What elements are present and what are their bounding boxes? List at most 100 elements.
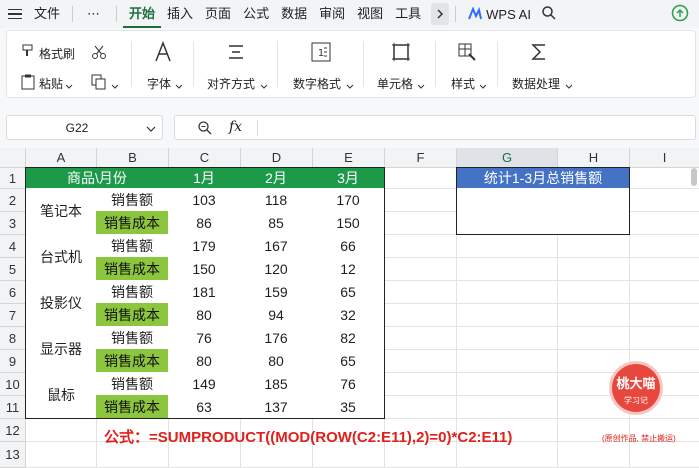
- sales-value-cell[interactable]: 65: [312, 280, 385, 304]
- sales-value-cell[interactable]: 149: [168, 372, 241, 396]
- column-header-b[interactable]: B: [97, 148, 169, 168]
- chevron-down-icon[interactable]: [346, 79, 354, 93]
- vertical-scrollbar[interactable]: [691, 168, 697, 186]
- chevron-down-icon[interactable]: [111, 79, 119, 93]
- sales-value-cell[interactable]: 167: [240, 234, 313, 258]
- chevron-down-icon[interactable]: [479, 79, 487, 93]
- cloud-upload-icon[interactable]: [671, 4, 689, 25]
- chevron-down-icon[interactable]: [260, 79, 268, 93]
- cost-value-cell[interactable]: 80: [240, 349, 313, 373]
- cost-value-cell[interactable]: 94: [240, 303, 313, 327]
- sales-value-cell[interactable]: 170: [312, 188, 385, 212]
- cost-label[interactable]: 销售成本: [96, 349, 169, 373]
- stat-result-cell[interactable]: [456, 188, 630, 235]
- cost-value-cell[interactable]: 35: [312, 395, 385, 419]
- cost-label[interactable]: 销售成本: [96, 303, 169, 327]
- chevron-down-icon[interactable]: [565, 79, 573, 93]
- row-header-9[interactable]: 9: [0, 350, 26, 373]
- chevron-down-icon[interactable]: [146, 122, 156, 136]
- sales-value-cell[interactable]: 179: [168, 234, 241, 258]
- column-header-h[interactable]: H: [558, 148, 630, 168]
- tab-review[interactable]: 审阅: [313, 0, 351, 28]
- menu-file[interactable]: 文件: [28, 0, 66, 28]
- row-header-13[interactable]: 13: [0, 442, 26, 468]
- cut-icon[interactable]: [91, 44, 107, 63]
- zoom-icon[interactable]: [197, 120, 213, 139]
- tab-page[interactable]: 页面: [199, 0, 237, 28]
- align-button[interactable]: 对齐方式: [207, 75, 255, 92]
- product-name[interactable]: 笔记本: [25, 188, 97, 235]
- name-box[interactable]: G22: [6, 115, 163, 140]
- sales-label[interactable]: 销售额: [96, 372, 169, 396]
- tab-view[interactable]: 视图: [351, 0, 389, 28]
- cost-value-cell[interactable]: 63: [168, 395, 241, 419]
- format-painter-button[interactable]: 格式刷: [39, 45, 75, 62]
- header-month[interactable]: 2月: [240, 167, 313, 189]
- tab-tools[interactable]: 工具: [389, 0, 427, 28]
- header-month[interactable]: 1月: [168, 167, 241, 189]
- row-header-5[interactable]: 5: [0, 258, 26, 281]
- chevron-down-icon[interactable]: [175, 79, 183, 93]
- product-name[interactable]: 投影仪: [25, 280, 97, 327]
- more-menu[interactable]: ⋯: [79, 6, 110, 22]
- row-header-8[interactable]: 8: [0, 327, 26, 350]
- row-header-10[interactable]: 10: [0, 373, 26, 396]
- cost-value-cell[interactable]: 150: [168, 257, 241, 281]
- column-header-f[interactable]: F: [385, 148, 457, 168]
- product-name[interactable]: 显示器: [25, 326, 97, 373]
- data-process-button[interactable]: 数据处理: [512, 75, 560, 92]
- row-header-4[interactable]: 4: [0, 235, 26, 258]
- sales-value-cell[interactable]: 103: [168, 188, 241, 212]
- tab-insert[interactable]: 插入: [161, 0, 199, 28]
- cost-value-cell[interactable]: 137: [240, 395, 313, 419]
- sales-label[interactable]: 销售额: [96, 234, 169, 258]
- row-header-6[interactable]: 6: [0, 281, 26, 304]
- sales-value-cell[interactable]: 118: [240, 188, 313, 212]
- style-button[interactable]: 样式: [451, 75, 475, 92]
- tab-home[interactable]: 开始: [123, 0, 162, 28]
- cost-value-cell[interactable]: 86: [168, 211, 241, 235]
- column-header-a[interactable]: A: [26, 148, 97, 168]
- product-name[interactable]: 台式机: [25, 234, 97, 281]
- row-header-1[interactable]: 1: [0, 168, 26, 189]
- cost-value-cell[interactable]: 120: [240, 257, 313, 281]
- row-header-3[interactable]: 3: [0, 212, 26, 235]
- sales-value-cell[interactable]: 66: [312, 234, 385, 258]
- paste-button[interactable]: 粘贴: [39, 75, 63, 92]
- chevron-right-icon[interactable]: [431, 3, 450, 25]
- row-header-12[interactable]: 12: [0, 419, 26, 442]
- cost-value-cell[interactable]: 65: [312, 349, 385, 373]
- sales-label[interactable]: 销售额: [96, 326, 169, 350]
- copy-icon[interactable]: [91, 74, 107, 93]
- sales-value-cell[interactable]: 181: [168, 280, 241, 304]
- select-all-corner[interactable]: [0, 148, 26, 168]
- cost-label[interactable]: 销售成本: [96, 257, 169, 281]
- fx-icon[interactable]: fx: [229, 119, 242, 135]
- sales-value-cell[interactable]: 76: [312, 372, 385, 396]
- header-month[interactable]: 3月: [312, 167, 385, 189]
- cost-label[interactable]: 销售成本: [96, 395, 169, 419]
- sales-label[interactable]: 销售额: [96, 188, 169, 212]
- header-product-month[interactable]: 商品\月份: [25, 167, 169, 189]
- row-header-7[interactable]: 7: [0, 304, 26, 327]
- tab-data[interactable]: 数据: [275, 0, 313, 28]
- column-header-i[interactable]: I: [630, 148, 699, 168]
- stat-header[interactable]: 统计1-3月总销售额: [456, 167, 630, 189]
- sales-label[interactable]: 销售额: [96, 280, 169, 304]
- chevron-down-icon[interactable]: [65, 79, 73, 93]
- cost-value-cell[interactable]: 150: [312, 211, 385, 235]
- sales-value-cell[interactable]: 176: [240, 326, 313, 350]
- formula-bar[interactable]: fx: [174, 115, 696, 140]
- sales-value-cell[interactable]: 76: [168, 326, 241, 350]
- wps-ai-button[interactable]: WPS AI: [462, 7, 537, 22]
- sales-value-cell[interactable]: 159: [240, 280, 313, 304]
- column-header-d[interactable]: D: [241, 148, 313, 168]
- cost-value-cell[interactable]: 12: [312, 257, 385, 281]
- row-header-11[interactable]: 11: [0, 396, 26, 419]
- menu-icon[interactable]: [8, 8, 22, 20]
- column-header-g[interactable]: G: [457, 148, 558, 168]
- number-format-button[interactable]: 数字格式: [293, 75, 341, 92]
- row-header-2[interactable]: 2: [0, 189, 26, 212]
- sales-value-cell[interactable]: 82: [312, 326, 385, 350]
- font-button[interactable]: 字体: [147, 75, 171, 92]
